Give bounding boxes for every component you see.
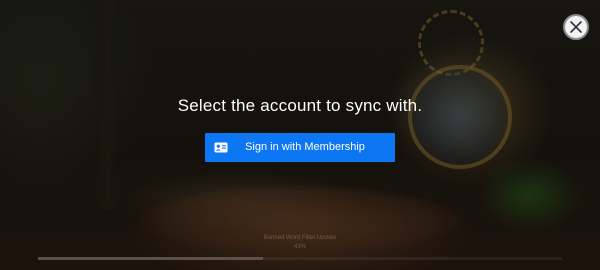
sign-in-membership-button[interactable]: Sign in with Membership — [205, 133, 395, 162]
dialog-title: Select the account to sync with. — [177, 96, 423, 115]
update-status: Banned Word Filter Update 43% — [0, 234, 600, 252]
close-button[interactable] — [563, 14, 589, 40]
update-progress-bar — [38, 257, 562, 260]
close-icon — [570, 21, 582, 33]
game-screen: Select the account to sync with. Sign in… — [0, 0, 600, 270]
update-progress-fill — [38, 257, 264, 260]
update-label: Banned Word Filter Update — [263, 235, 337, 241]
update-percent: 43% — [293, 244, 306, 250]
sign-in-button-label: Sign in with Membership — [245, 141, 365, 153]
